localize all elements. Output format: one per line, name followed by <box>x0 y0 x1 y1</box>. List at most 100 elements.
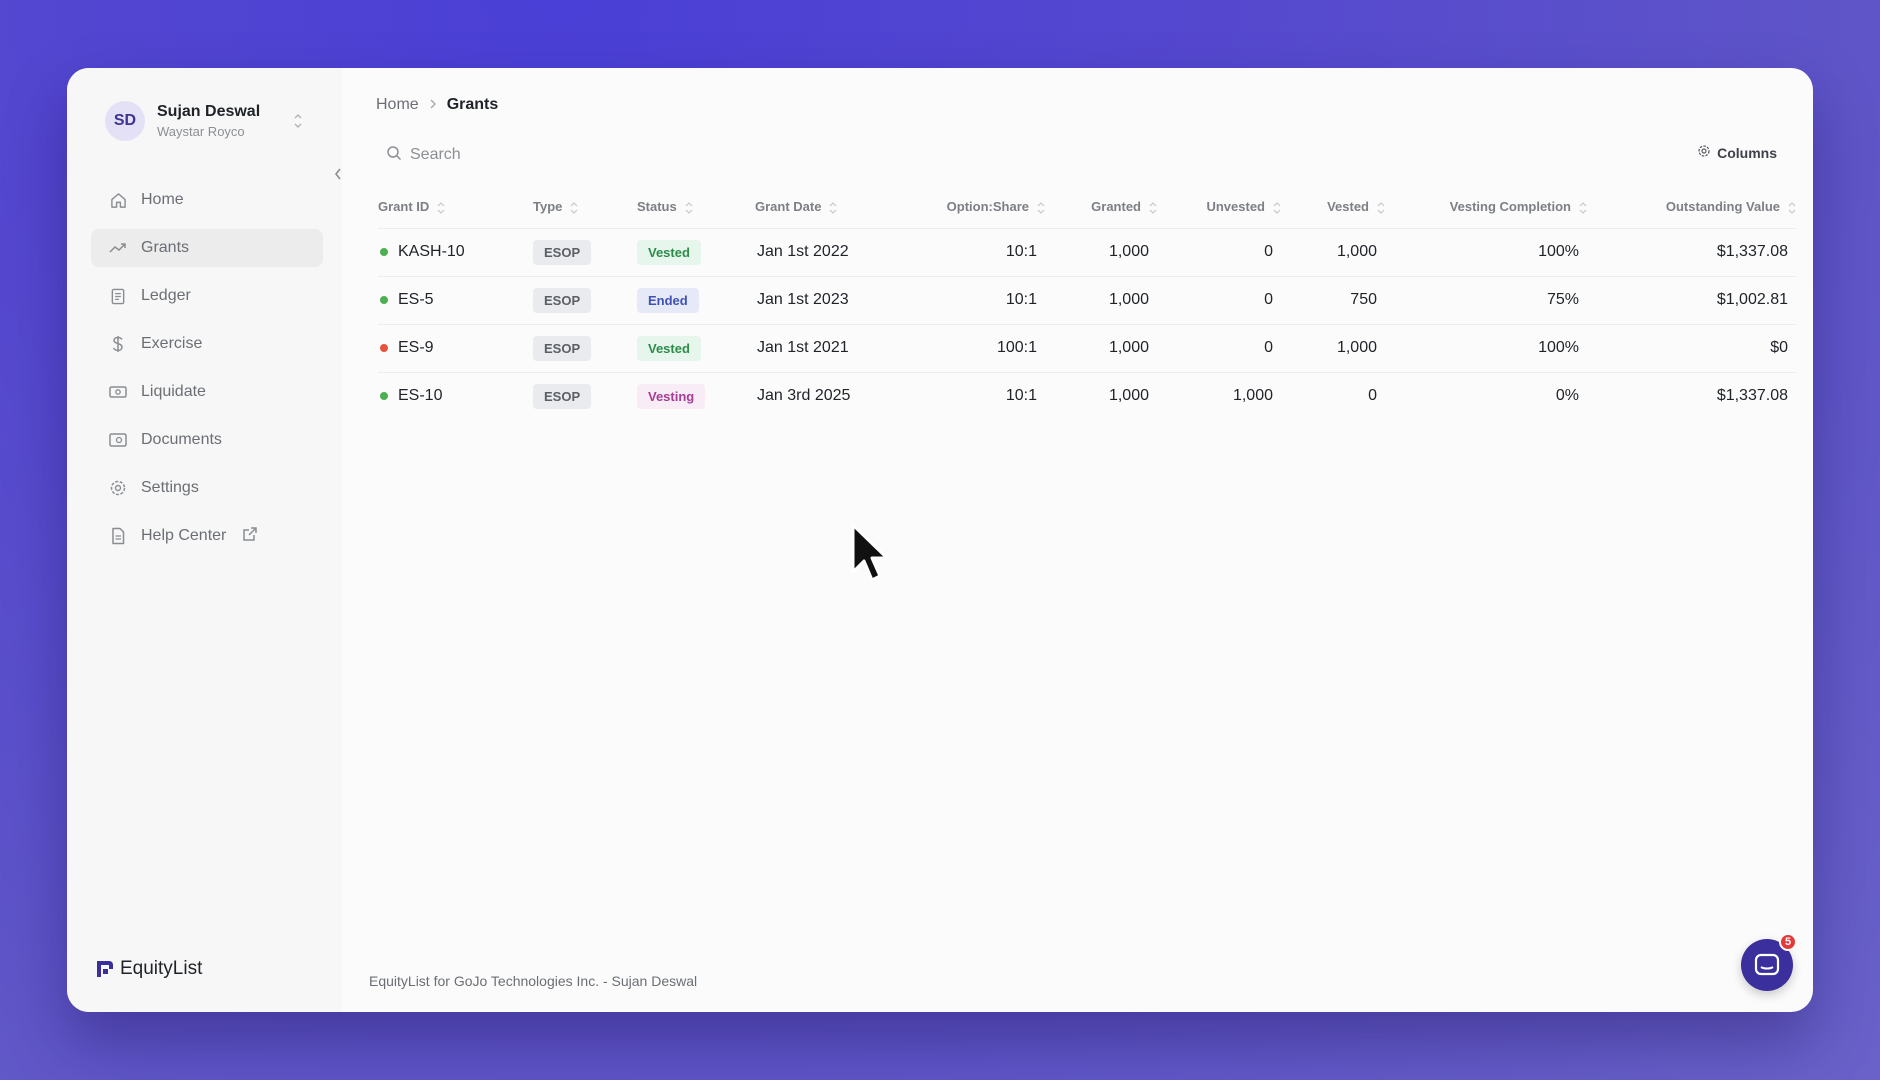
cell-grant-date: Jan 1st 2023 <box>755 275 910 324</box>
column-header-label: Vesting Completion <box>1449 198 1571 214</box>
column-header[interactable]: Grant Date <box>755 186 910 228</box>
ledger-icon <box>109 287 127 305</box>
cell-vesting-completion: 0% <box>1385 371 1587 420</box>
grant-id[interactable]: ES-10 <box>398 387 442 405</box>
avatar: SD <box>105 101 145 141</box>
sort-icon[interactable] <box>685 201 693 215</box>
chat-button[interactable]: 5 <box>1741 933 1797 991</box>
column-header[interactable]: Outstanding Value <box>1587 186 1796 228</box>
cell-type: ESOP <box>533 371 637 420</box>
app-window: SD Sujan Deswal Waystar Royco Home Grant… <box>67 68 1813 1012</box>
column-header-label: Outstanding Value <box>1665 198 1780 214</box>
user-switcher[interactable]: SD Sujan Deswal Waystar Royco <box>91 82 321 160</box>
cell-grant-id: KASH-10 <box>378 227 533 276</box>
sidebar-item-settings[interactable]: Settings <box>91 469 323 507</box>
sidebar-item-label: Ledger <box>141 287 191 304</box>
sidebar-nav: Home Grants Ledger Exercise Liquidate Do… <box>91 181 323 565</box>
sort-icon[interactable] <box>437 201 445 215</box>
cell-type: ESOP <box>533 227 637 276</box>
chevron-right-icon <box>429 97 437 113</box>
cell-unvested: 0 <box>1157 275 1281 324</box>
gear-icon <box>1697 144 1711 161</box>
documents-icon <box>109 431 127 449</box>
grant-id[interactable]: KASH-10 <box>398 243 465 261</box>
cell-outstanding-value: $1,337.08 <box>1587 371 1796 420</box>
status-badge: Vesting <box>637 383 706 409</box>
columns-button[interactable]: Columns <box>1697 144 1777 161</box>
breadcrumb-home-link[interactable]: Home <box>376 96 419 114</box>
sort-icon[interactable] <box>1377 201 1385 215</box>
grant-id[interactable]: ES-9 <box>398 339 434 357</box>
grants-table: Grant ID Type Status Grant Date Option:Share… <box>378 186 1796 420</box>
column-header[interactable]: Grant ID <box>378 186 533 228</box>
search-icon <box>386 145 402 166</box>
sort-icon[interactable] <box>1149 201 1157 215</box>
column-header[interactable]: Status <box>637 186 755 228</box>
user-org: Waystar Royco <box>157 124 245 139</box>
cell-granted: 1,000 <box>1045 227 1157 276</box>
search-input[interactable] <box>410 146 590 164</box>
cell-type: ESOP <box>533 275 637 324</box>
sidebar-item-grants[interactable]: Grants <box>91 229 323 267</box>
mouse-cursor-icon <box>851 523 889 582</box>
home-icon <box>109 191 127 209</box>
main-content: Home Grants Columns Gra <box>342 68 1813 1012</box>
column-header[interactable]: Unvested <box>1157 186 1281 228</box>
table-body: KASH-10 ESOP Vested Jan 1st 2022 10:1 1,… <box>378 227 1796 420</box>
status-badge: Vested <box>637 335 701 361</box>
column-header[interactable]: Granted <box>1045 186 1157 228</box>
cell-granted: 1,000 <box>1045 371 1157 420</box>
sidebar: SD Sujan Deswal Waystar Royco Home Grant… <box>67 68 342 1012</box>
cell-vesting-completion: 100% <box>1385 323 1587 372</box>
sidebar-item-ledger[interactable]: Ledger <box>91 277 323 315</box>
sidebar-item-exercise[interactable]: Exercise <box>91 325 323 363</box>
column-header-label: Grant Date <box>755 198 822 214</box>
sort-icon[interactable] <box>1273 201 1281 215</box>
sidebar-item-label: Liquidate <box>141 383 206 400</box>
status-badge: Vested <box>637 239 701 265</box>
sidebar-item-home[interactable]: Home <box>91 181 323 219</box>
cell-option-share: 10:1 <box>910 371 1045 420</box>
cell-vested: 0 <box>1281 371 1385 420</box>
sort-icon[interactable] <box>1037 201 1045 215</box>
sidebar-item-liquidate[interactable]: Liquidate <box>91 373 323 411</box>
brand-logo[interactable]: EquityList <box>94 958 202 980</box>
cell-vesting-completion: 75% <box>1385 275 1587 324</box>
status-dot <box>380 248 388 256</box>
sort-icon[interactable] <box>570 201 578 215</box>
cell-vested: 1,000 <box>1281 227 1385 276</box>
cell-grant-date: Jan 1st 2022 <box>755 227 910 276</box>
column-header-label: Unvested <box>1206 198 1265 214</box>
type-badge: ESOP <box>533 287 592 313</box>
column-header[interactable]: Vested <box>1281 186 1385 228</box>
grant-id[interactable]: ES-5 <box>398 291 434 309</box>
page-title: Grants <box>446 96 499 113</box>
sidebar-item-label: Exercise <box>141 335 203 352</box>
table-row[interactable]: ES-5 ESOP Ended Jan 1st 2023 10:1 1,000 … <box>378 275 1796 324</box>
column-header[interactable]: Option:Share <box>910 186 1045 228</box>
table-row[interactable]: ES-10 ESOP Vesting Jan 3rd 2025 10:1 1,0… <box>378 371 1796 420</box>
cell-status: Vesting <box>637 371 755 420</box>
type-badge: ESOP <box>533 335 592 361</box>
breadcrumb: Home Grants <box>376 96 498 114</box>
sort-icon[interactable] <box>829 201 837 215</box>
gear-icon <box>109 479 127 497</box>
table-row[interactable]: KASH-10 ESOP Vested Jan 1st 2022 10:1 1,… <box>378 227 1796 276</box>
column-header-label: Grant ID <box>378 198 430 214</box>
cell-type: ESOP <box>533 323 637 372</box>
sort-icon[interactable] <box>1579 201 1587 215</box>
column-header-label: Option:Share <box>946 198 1029 214</box>
search-box[interactable] <box>380 138 600 172</box>
sidebar-item-label: Documents <box>141 431 222 448</box>
sort-icon[interactable] <box>1788 201 1796 215</box>
brand-name: EquityList <box>120 958 203 979</box>
user-info: Sujan Deswal Waystar Royco <box>157 103 260 139</box>
column-header[interactable]: Vesting Completion <box>1385 186 1587 228</box>
table-row[interactable]: ES-9 ESOP Vested Jan 1st 2021 100:1 1,00… <box>378 323 1796 372</box>
sidebar-item-documents[interactable]: Documents <box>91 421 323 459</box>
cell-outstanding-value: $0 <box>1587 323 1796 372</box>
equitylist-logo-icon <box>97 961 113 977</box>
cell-outstanding-value: $1,337.08 <box>1587 227 1796 276</box>
sidebar-item-help-center[interactable]: Help Center <box>91 517 323 555</box>
column-header[interactable]: Type <box>533 186 637 228</box>
